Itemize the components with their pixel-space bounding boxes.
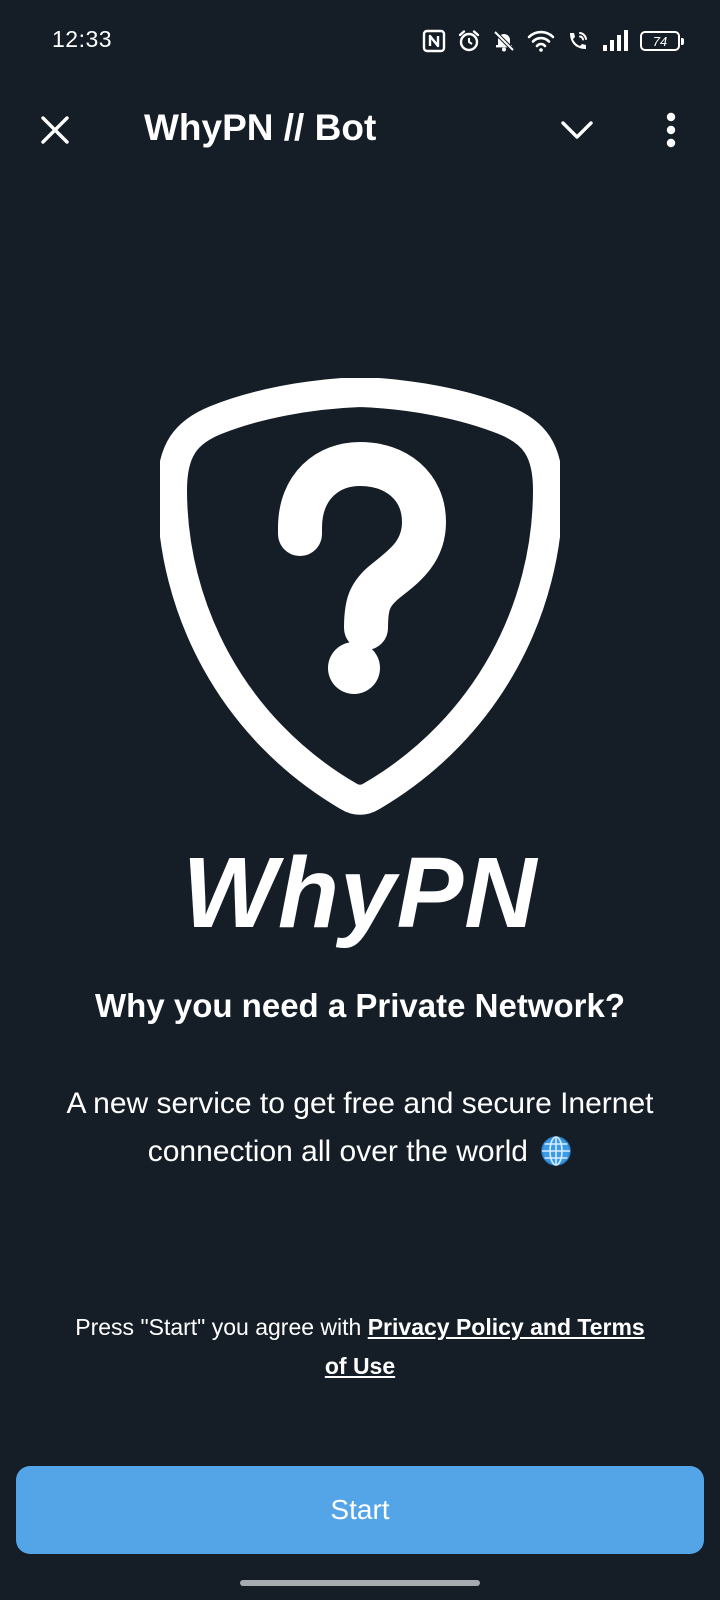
privacy-terms-link[interactable]: Privacy Policy and Terms of Use xyxy=(325,1314,645,1379)
agreement-prefix: Press "Start" you agree with xyxy=(75,1314,368,1340)
more-menu-button[interactable] xyxy=(646,105,696,155)
status-time: 12:33 xyxy=(52,26,113,52)
battery-icon: 74 xyxy=(640,31,684,51)
wifi-icon xyxy=(527,30,555,52)
alarm-icon xyxy=(458,30,480,52)
brand-name: WhyPN xyxy=(182,837,538,949)
chevron-down-icon xyxy=(561,121,593,139)
start-button[interactable]: Start xyxy=(16,1466,704,1554)
shield-question-icon xyxy=(160,378,560,815)
nfc-icon xyxy=(422,29,446,53)
status-icons: 74 xyxy=(422,26,684,56)
globe-icon xyxy=(541,1136,572,1166)
agreement-text: Press "Start" you agree with Privacy Pol… xyxy=(70,1308,650,1386)
signal-icon xyxy=(603,30,628,51)
app-bar: WhyPN // Bot xyxy=(0,84,720,176)
muted-bell-icon xyxy=(493,30,515,52)
collapse-button[interactable] xyxy=(552,105,602,155)
headline: Why you need a Private Network? xyxy=(95,987,625,1024)
status-bar: 12:33 74 xyxy=(0,0,720,84)
page-title: WhyPN // Bot xyxy=(144,107,377,148)
close-button[interactable] xyxy=(30,105,80,155)
battery-level: 74 xyxy=(652,33,668,49)
home-indicator[interactable] xyxy=(240,1580,480,1586)
wifi-call-icon xyxy=(570,32,587,49)
close-icon xyxy=(41,116,69,144)
more-vertical-icon xyxy=(666,112,676,148)
description: A new service to get free and secure Ine… xyxy=(60,1080,660,1176)
